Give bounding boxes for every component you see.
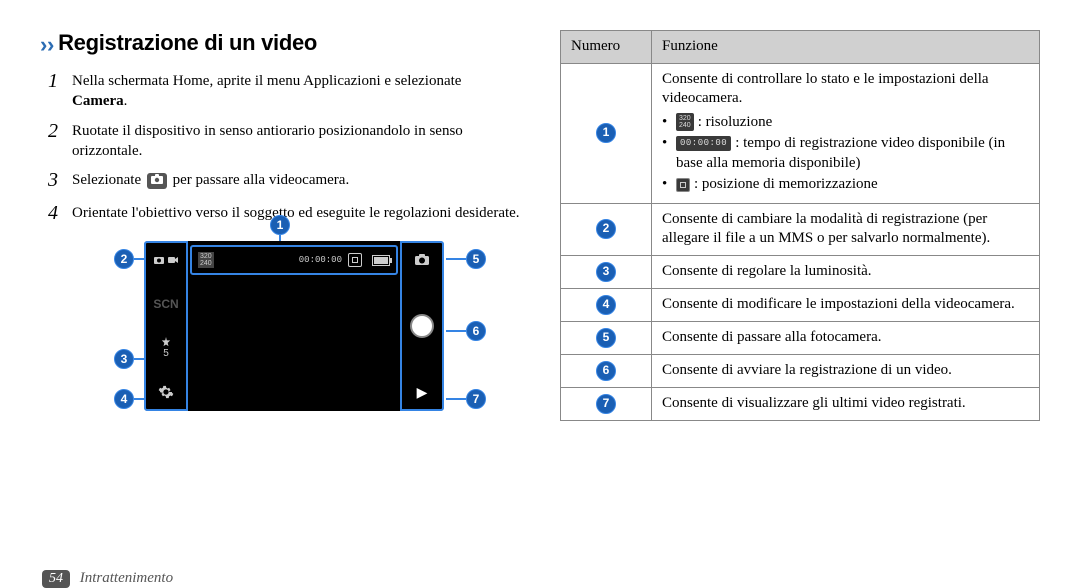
table-row: 2 Consente di cambiare la modalità di re… xyxy=(561,203,1040,255)
page-footer: 54 Intrattenimento xyxy=(0,570,1080,588)
time-icon: 00:00:00 xyxy=(676,136,731,152)
table-row: 5 Consente di passare alla fotocamera. xyxy=(561,321,1040,354)
table-row: 6 Consente di avviare la registrazione d… xyxy=(561,354,1040,387)
callout-badge-2: 2 xyxy=(114,249,134,269)
step-number: 2 xyxy=(40,118,66,162)
play-icon: ▶ xyxy=(411,381,433,403)
step-number: 4 xyxy=(40,200,66,227)
scn-label: SCN xyxy=(155,293,177,315)
step-number: 1 xyxy=(40,68,66,112)
camera-icon xyxy=(147,173,167,189)
resolution-icon: 320 240 xyxy=(198,252,214,268)
row-badge: 3 xyxy=(596,262,616,282)
section-heading: ››Registrazione di un video xyxy=(40,30,520,58)
step-3: 3 Selezionate per passare alla videocame… xyxy=(40,167,520,194)
callout-badge-6: 6 xyxy=(466,321,486,341)
callout-badge-4: 4 xyxy=(114,389,134,409)
function-table: Numero Funzione 1 Consente di controllar… xyxy=(560,30,1040,421)
step-text: Ruotate il dispositivo in senso antiorar… xyxy=(72,118,520,162)
step-text: Nella schermata Home, aprite il menu App… xyxy=(72,68,520,112)
table-row: 1 Consente di controllare lo stato e le … xyxy=(561,63,1040,203)
battery-icon xyxy=(372,255,390,266)
callout-badge-3: 3 xyxy=(114,349,134,369)
switch-camera-icon xyxy=(411,249,433,271)
step-2: 2 Ruotate il dispositivo in senso antior… xyxy=(40,118,520,162)
chevron-icon: ›› xyxy=(40,32,54,57)
step-text: Selezionate per passare alla videocamera… xyxy=(72,167,520,194)
row-badge: 4 xyxy=(596,295,616,315)
timer-text: 00:00:00 xyxy=(284,255,342,265)
table-row: 4 Consente di modificare le impostazioni… xyxy=(561,288,1040,321)
camera-preview-mockup: 1 2 3 4 5 6 xyxy=(120,241,450,411)
table-row: 7 Consente di visualizzare gli ultimi vi… xyxy=(561,387,1040,420)
resolution-icon: 320240 xyxy=(676,113,694,131)
page-number: 54 xyxy=(42,570,70,588)
callout-badge-7: 7 xyxy=(466,389,486,409)
callout-badge-5: 5 xyxy=(466,249,486,269)
row-badge: 6 xyxy=(596,361,616,381)
step-text: Orientate l'obiettivo verso il soggetto … xyxy=(72,200,520,227)
row-badge: 7 xyxy=(596,394,616,414)
storage-location-icon xyxy=(348,253,362,267)
table-row: 3 Consente di regolare la luminosità. xyxy=(561,255,1040,288)
row-badge: 2 xyxy=(596,219,616,239)
step-1: 1 Nella schermata Home, aprite il menu A… xyxy=(40,68,520,112)
mode-toggle-icon xyxy=(155,249,177,271)
row-badge: 1 xyxy=(596,123,616,143)
section-name: Intrattenimento xyxy=(80,570,173,586)
callout-badge-1: 1 xyxy=(270,215,290,235)
th-numero: Numero xyxy=(561,31,652,64)
th-funzione: Funzione xyxy=(652,31,1040,64)
record-button xyxy=(410,314,434,338)
storage-icon xyxy=(676,178,690,192)
step-number: 3 xyxy=(40,167,66,194)
gear-icon xyxy=(155,381,177,403)
brightness-icon: 5 xyxy=(155,337,177,359)
row-badge: 5 xyxy=(596,328,616,348)
